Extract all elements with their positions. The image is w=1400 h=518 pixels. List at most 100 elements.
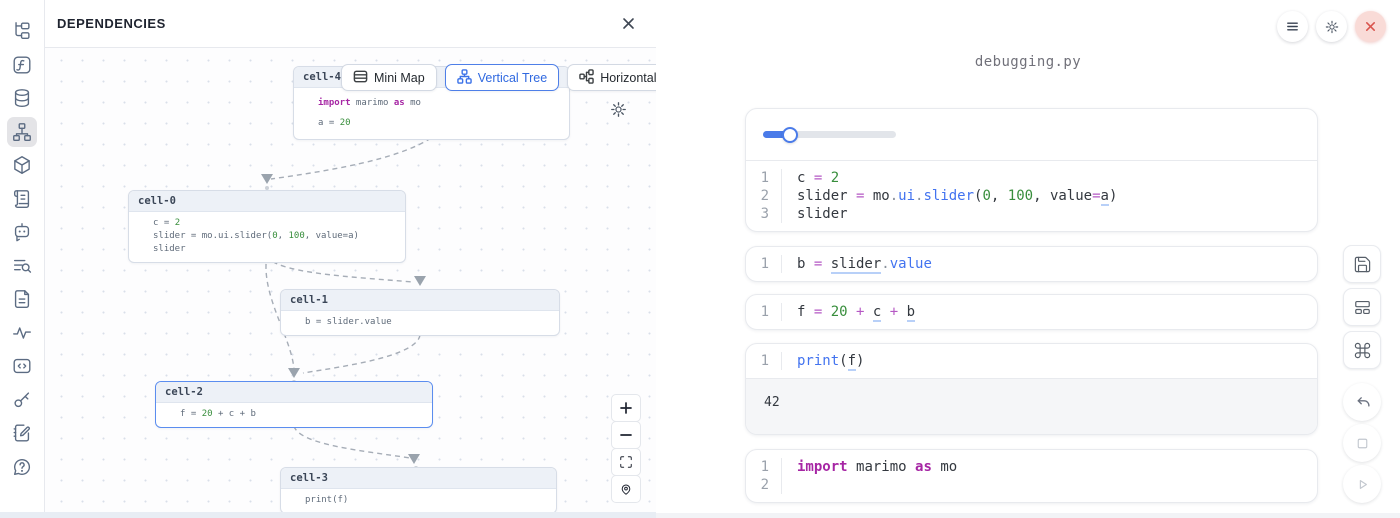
code-line: c = 2 (138, 217, 396, 230)
code-line: 1import marimo as mo (746, 458, 1317, 476)
ai-chat-icon[interactable] (7, 217, 37, 247)
package-cube-icon[interactable] (7, 150, 37, 180)
gear-icon (1324, 19, 1340, 35)
fit-view-icon (619, 455, 633, 469)
code-line: 2slider = mo.ui.slider(0, 100, value=a) (746, 187, 1317, 205)
code-editor[interactable]: 1import marimo as mo2 (746, 450, 1317, 502)
notebook-cells: 1c = 22slider = mo.ui.slider(0, 100, val… (745, 108, 1318, 503)
horizontal-tree-label: Horizontal Tree (600, 71, 656, 85)
close-x-icon (1364, 20, 1377, 33)
snippets-file-icon[interactable] (7, 284, 37, 314)
stop-button[interactable] (1343, 424, 1381, 462)
dependency-graph-canvas[interactable]: cell-4 import marimo as moa = 20 cell-0 … (45, 48, 656, 518)
code-editor[interactable]: 1f = 20 + c + b (746, 295, 1317, 329)
code-scratchpad-icon[interactable] (7, 351, 37, 381)
code-editor[interactable]: 1b = slider.value (746, 247, 1317, 281)
mini-map-icon (353, 69, 368, 87)
hamburger-menu-icon (1285, 19, 1300, 34)
cell-print[interactable]: 1print(f) 42 (745, 343, 1318, 435)
tracing-pulse-icon[interactable] (7, 318, 37, 348)
vertical-tree-button[interactable]: Vertical Tree (445, 64, 559, 91)
graph-cell-2[interactable]: cell-2 f = 20 + c + b (155, 381, 433, 428)
line-number: 1 (746, 458, 782, 476)
location-pin-icon (619, 482, 633, 496)
database-icon[interactable] (7, 83, 37, 113)
stop-square-icon (1354, 435, 1371, 452)
function-icon[interactable] (7, 50, 37, 80)
command-palette-button[interactable] (1343, 331, 1381, 369)
run-button[interactable] (1343, 465, 1381, 503)
code-line: 1b = slider.value (746, 255, 1317, 273)
dependency-graph-icon[interactable] (7, 117, 37, 147)
cell-import[interactable]: 1import marimo as mo2 (745, 449, 1318, 503)
graph-settings-gear-icon[interactable] (609, 100, 628, 124)
panel-title: DEPENDENCIES (57, 16, 166, 31)
line-number: 1 (746, 303, 782, 321)
code-line: 1print(f) (746, 352, 1317, 370)
save-icon (1353, 255, 1372, 274)
activity-rail (0, 0, 45, 518)
cell-b[interactable]: 1b = slider.value (745, 246, 1318, 282)
line-number: 3 (746, 205, 782, 223)
zoom-out-button[interactable] (611, 421, 641, 449)
help-bubble-icon[interactable] (7, 452, 37, 482)
zoom-in-button[interactable] (611, 394, 641, 422)
horizontal-scrollbar-left[interactable] (0, 512, 656, 518)
graph-cell-label: cell-0 (129, 191, 405, 212)
plus-icon (619, 401, 633, 415)
code-line: f = 20 + c + b (165, 408, 423, 421)
shutdown-button[interactable] (1355, 11, 1386, 42)
slider-thumb[interactable] (782, 127, 798, 143)
code-line: 2 (746, 476, 1317, 494)
log-search-icon[interactable] (7, 251, 37, 281)
code-editor[interactable]: 1print(f) (746, 344, 1317, 378)
slider-widget[interactable] (763, 131, 896, 138)
graph-cell-label: cell-3 (281, 468, 556, 489)
line-number: 1 (746, 255, 782, 273)
code-line: 3slider (746, 205, 1317, 223)
notebook-settings-button[interactable] (1316, 11, 1347, 42)
command-icon (1353, 341, 1372, 360)
close-panel-icon[interactable] (616, 12, 640, 36)
center-location-button[interactable] (611, 475, 641, 503)
save-button[interactable] (1343, 245, 1381, 283)
graph-cell-3[interactable]: cell-3 print(f) (280, 467, 557, 514)
line-number: 2 (746, 476, 782, 494)
dependencies-panel: DEPENDENCIES (45, 0, 656, 518)
code-line: 1c = 2 (746, 169, 1317, 187)
code-line: a = 20 (303, 113, 560, 133)
line-number: 2 (746, 187, 782, 205)
notebook-top-buttons (1277, 11, 1386, 42)
graph-cell-code: b = slider.value (281, 311, 559, 335)
slider-output (746, 109, 1317, 161)
play-icon (1354, 476, 1371, 493)
dependencies-header: DEPENDENCIES (45, 0, 656, 48)
code-line: slider (138, 243, 396, 256)
code-line: slider = mo.ui.slider(0, 100, value=a) (138, 230, 396, 243)
mini-map-label: Mini Map (374, 71, 425, 85)
line-number: 1 (746, 169, 782, 187)
graph-cell-code: import marimo as moa = 20 (294, 88, 569, 139)
fit-view-button[interactable] (611, 448, 641, 476)
secrets-key-icon[interactable] (7, 385, 37, 415)
vertical-tree-label: Vertical Tree (478, 71, 547, 85)
code-line: import marimo as mo (303, 93, 560, 113)
file-tree-icon[interactable] (7, 16, 37, 46)
notebook-pen-icon[interactable] (7, 418, 37, 448)
notebook-menu-button[interactable] (1277, 11, 1308, 42)
horizontal-tree-button[interactable]: Horizontal Tree (567, 64, 656, 91)
graph-cell-0[interactable]: cell-0 c = 2slider = mo.ui.slider(0, 100… (128, 190, 406, 263)
cell-f[interactable]: 1f = 20 + c + b (745, 294, 1318, 330)
marimo-app: DEPENDENCIES (0, 0, 1400, 518)
undo-button[interactable] (1343, 383, 1381, 421)
layout-button[interactable] (1343, 288, 1381, 326)
code-editor[interactable]: 1c = 22slider = mo.ui.slider(0, 100, val… (746, 161, 1317, 231)
notebook-panel: debugging.py 1c = 22slider = mo.ui.slide… (656, 0, 1400, 518)
mini-map-button[interactable]: Mini Map (341, 64, 437, 91)
cell-output: 42 (746, 378, 1317, 434)
horizontal-tree-icon (579, 69, 594, 87)
scroll-doc-icon[interactable] (7, 184, 37, 214)
horizontal-scrollbar-right[interactable] (656, 513, 1400, 518)
cell-slider[interactable]: 1c = 22slider = mo.ui.slider(0, 100, val… (745, 108, 1318, 232)
graph-cell-1[interactable]: cell-1 b = slider.value (280, 289, 560, 336)
